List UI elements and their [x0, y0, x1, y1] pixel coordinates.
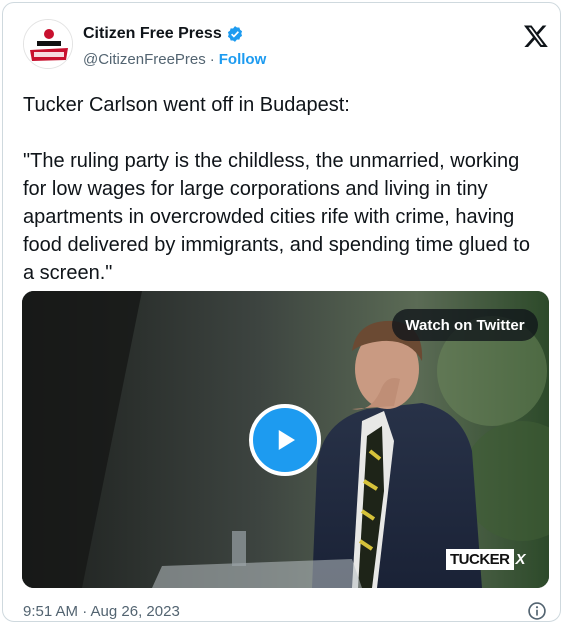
follow-button[interactable]: Follow	[219, 51, 267, 68]
author-name-row: Citizen Free Press	[83, 25, 244, 43]
tweet-text: Tucker Carlson went off in Budapest: "Th…	[23, 94, 530, 284]
avatar[interactable]	[23, 19, 73, 69]
play-icon	[278, 430, 295, 450]
watermark-x: X	[515, 551, 526, 568]
tweet-card: Citizen Free Press @CitizenFreePres · Fo…	[2, 2, 561, 622]
x-logo-icon[interactable]	[523, 23, 549, 49]
author-handle[interactable]: @CitizenFreePres	[83, 51, 206, 68]
avatar-logo-image	[24, 20, 72, 68]
verified-badge-icon	[227, 26, 242, 42]
tucker-watermark: TUCKER X	[446, 549, 526, 570]
watch-on-twitter-button[interactable]: Watch on Twitter	[392, 309, 538, 341]
watermark-text: TUCKER	[446, 549, 514, 570]
author-name[interactable]: Citizen Free Press	[83, 25, 222, 43]
info-icon[interactable]	[527, 601, 547, 621]
separator-dot: ·	[209, 51, 215, 68]
handle-row: @CitizenFreePres · Follow	[83, 51, 266, 68]
video-player[interactable]: Watch on Twitter TUCKER X	[22, 291, 549, 588]
play-button[interactable]	[249, 404, 321, 476]
tweet-timestamp[interactable]: 9:51 AM · Aug 26, 2023	[23, 603, 180, 620]
